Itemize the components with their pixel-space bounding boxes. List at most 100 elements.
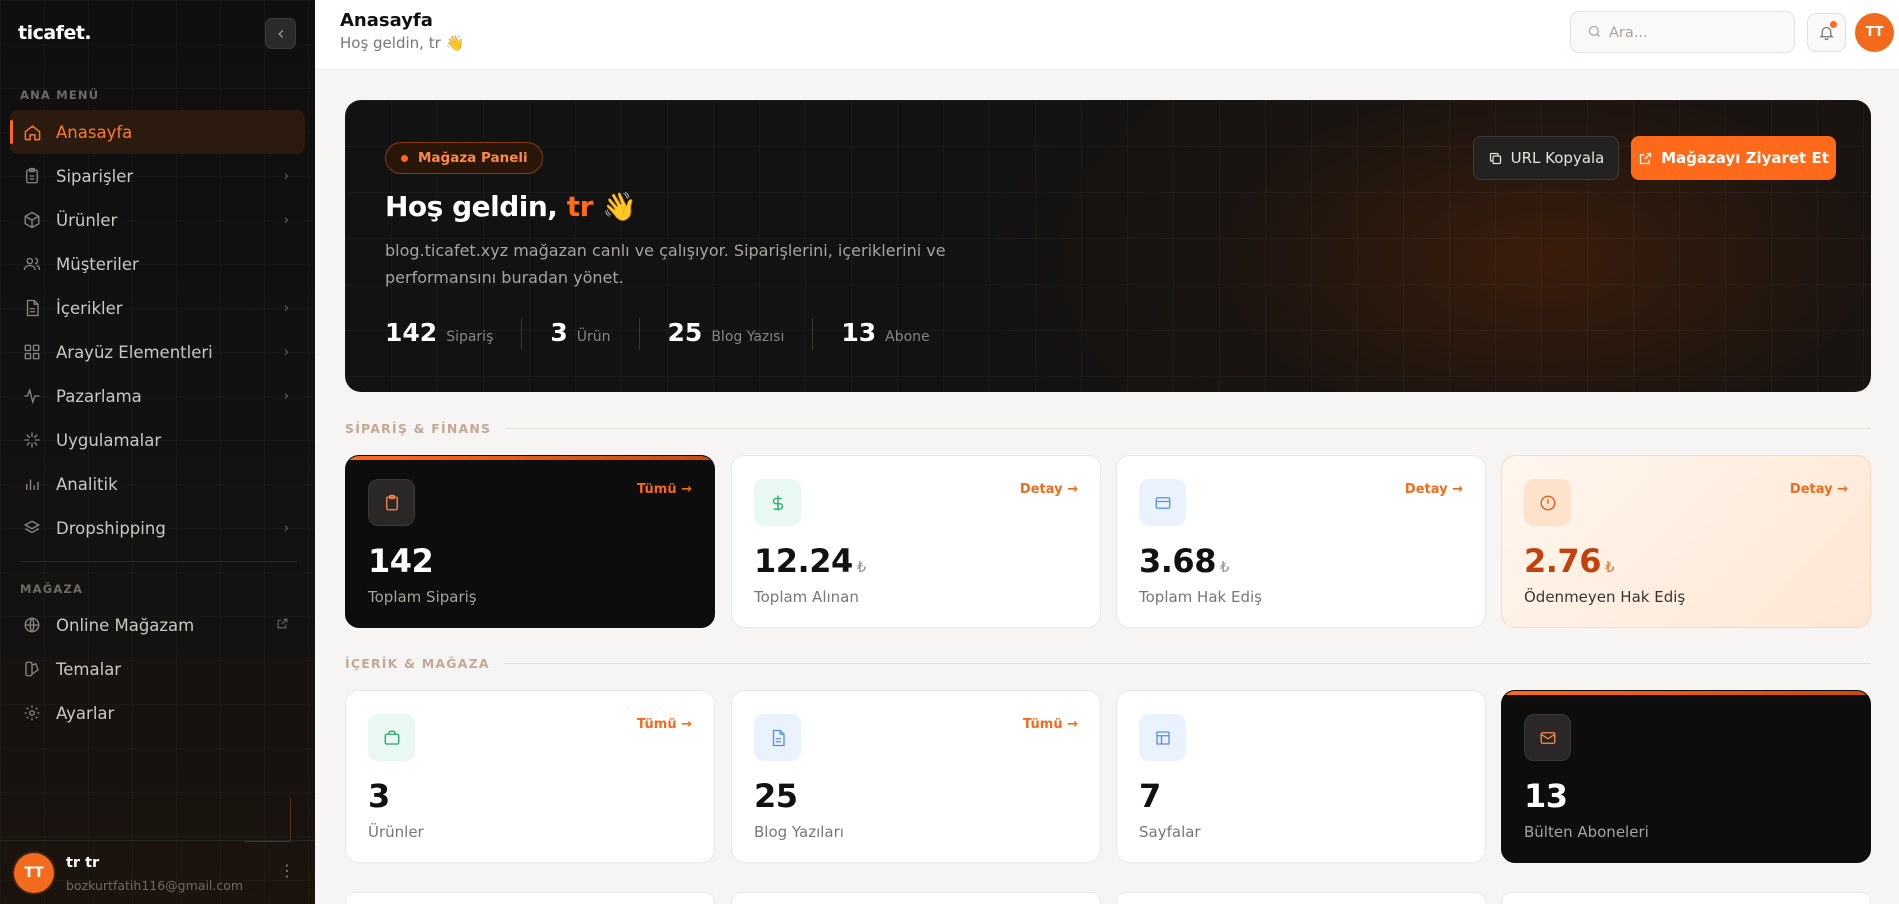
card-label: Ödenmeyen Hak Ediş bbox=[1524, 588, 1686, 606]
sidebar-item-icerikler[interactable]: İçerikler › bbox=[10, 286, 305, 330]
section-title: SİPARİŞ & FİNANS bbox=[345, 421, 492, 436]
card-next-row bbox=[731, 892, 1101, 904]
home-icon bbox=[22, 122, 42, 142]
sidebar-item-label: Ayarlar bbox=[56, 703, 115, 723]
chevron-right-icon: › bbox=[283, 300, 289, 316]
sidebar-item-dropshipping[interactable]: Dropshipping › bbox=[10, 506, 305, 550]
search-box[interactable] bbox=[1570, 11, 1795, 53]
card-label: Blog Yazıları bbox=[754, 823, 844, 841]
stat-subscribers: 13 Abone bbox=[841, 318, 957, 350]
all-orders-link[interactable]: Tümü → bbox=[637, 482, 692, 497]
card-total-orders[interactable]: Tümü → 142 Toplam Sipariş bbox=[345, 455, 715, 628]
more-vertical-icon[interactable]: ⋮ bbox=[279, 861, 295, 880]
hero-title-prefix: Hoş geldin, bbox=[385, 190, 567, 223]
section-label-store: MAĞAZA bbox=[20, 582, 84, 596]
sidebar-item-label: Müşteriler bbox=[56, 254, 139, 274]
card-value-number: 7 bbox=[1139, 777, 1161, 815]
sidebar-item-label: Anasayfa bbox=[56, 122, 133, 142]
chevron-right-icon: › bbox=[283, 344, 289, 360]
sidebar-item-siparisler[interactable]: Siparişler › bbox=[10, 154, 305, 198]
box-icon bbox=[22, 210, 42, 230]
currency-symbol: ₺ bbox=[1604, 558, 1615, 576]
bar-chart-icon bbox=[22, 474, 42, 494]
stat-label: Abone bbox=[885, 329, 930, 345]
briefcase-icon bbox=[368, 714, 415, 761]
sidebar-item-label: Uygulamalar bbox=[56, 430, 162, 450]
detail-link[interactable]: Detay → bbox=[1020, 482, 1078, 497]
sidebar-item-musteriler[interactable]: Müşteriler bbox=[10, 242, 305, 286]
activity-icon bbox=[22, 386, 42, 406]
sidebar-item-uygulamalar[interactable]: Uygulamalar bbox=[10, 418, 305, 462]
sidebar-item-label: Ürünler bbox=[56, 210, 118, 230]
notifications-button[interactable] bbox=[1807, 13, 1846, 52]
sidebar-item-ayarlar[interactable]: Ayarlar bbox=[10, 691, 305, 735]
card-value-number: 25 bbox=[754, 777, 798, 815]
card-label: Toplam Sipariş bbox=[368, 588, 477, 606]
card-total-received[interactable]: Detay → 12.24 ₺ Toplam Alınan bbox=[731, 455, 1101, 628]
sidebar-item-online-magazam[interactable]: Online Mağazam bbox=[10, 603, 305, 647]
chevron-right-icon: › bbox=[283, 388, 289, 404]
finance-section-heading: SİPARİŞ & FİNANS bbox=[345, 421, 1871, 436]
stat-label: Blog Yazısı bbox=[711, 329, 785, 345]
card-next-row bbox=[1501, 892, 1871, 904]
all-products-link[interactable]: Tümü → bbox=[637, 717, 692, 732]
user-profile[interactable]: TT tr tr bozkurtfatih116@gmail.com ⋮ bbox=[0, 840, 315, 904]
app-logo[interactable]: ticafet. bbox=[18, 22, 92, 44]
card-newsletter-subscribers[interactable]: 13 Bülten Aboneleri bbox=[1501, 690, 1871, 863]
layout-icon bbox=[1139, 714, 1186, 761]
card-label: Sayfalar bbox=[1139, 823, 1201, 841]
hero-stats: 142 Sipariş 3 Ürün 25 Blog Yazısı 13 Abone bbox=[385, 318, 986, 350]
card-total-earnings[interactable]: Detay → 3.68 ₺ Toplam Hak Ediş bbox=[1116, 455, 1486, 628]
stat-blog-posts: 25 Blog Yazısı bbox=[668, 318, 814, 350]
card-value-number: 12.24 bbox=[754, 542, 853, 580]
topbar: Anasayfa Hoş geldin, tr 👋 TT bbox=[315, 0, 1899, 70]
stat-label: Sipariş bbox=[446, 329, 494, 345]
store-panel-badge: Mağaza Paneli bbox=[385, 142, 543, 174]
dollar-icon bbox=[754, 479, 801, 526]
clipboard-icon bbox=[368, 479, 415, 526]
card-blog-posts[interactable]: Tümü → 25 Blog Yazıları bbox=[731, 690, 1101, 863]
stat-value: 13 bbox=[841, 318, 877, 347]
detail-link[interactable]: Detay → bbox=[1790, 482, 1848, 497]
hero-title-name: tr bbox=[566, 190, 594, 223]
card-pages[interactable]: 7 Sayfalar bbox=[1116, 690, 1486, 863]
sidebar-item-anasayfa[interactable]: Anasayfa bbox=[10, 110, 305, 154]
sidebar-item-label: İçerikler bbox=[56, 298, 123, 318]
sidebar-item-pazarlama[interactable]: Pazarlama › bbox=[10, 374, 305, 418]
detail-link[interactable]: Detay → bbox=[1405, 482, 1463, 497]
stat-value: 25 bbox=[667, 318, 703, 347]
top-avatar[interactable]: TT bbox=[1855, 13, 1894, 52]
card-value: 3 bbox=[368, 777, 390, 815]
avatar[interactable]: TT bbox=[14, 853, 54, 893]
sidebar-item-arayuz-elementleri[interactable]: Arayüz Elementleri › bbox=[10, 330, 305, 374]
card-value-number: 13 bbox=[1524, 777, 1568, 815]
page-title: Anasayfa bbox=[340, 10, 433, 31]
copy-url-button[interactable]: URL Kopyala bbox=[1473, 136, 1619, 180]
card-products[interactable]: Tümü → 3 Ürünler bbox=[345, 690, 715, 863]
all-blog-posts-link[interactable]: Tümü → bbox=[1023, 717, 1078, 732]
sidebar-item-analitik[interactable]: Analitik bbox=[10, 462, 305, 506]
collapse-sidebar-button[interactable] bbox=[265, 18, 296, 49]
copy-icon bbox=[1488, 151, 1503, 166]
card-value-number: 2.76 bbox=[1524, 542, 1601, 580]
card-value: 13 bbox=[1524, 777, 1568, 815]
main-nav: Anasayfa Siparişler › Ürünler › Müşteril… bbox=[10, 110, 305, 550]
sidebar: ticafet. ANA MENÜ Anasayfa Siparişler › … bbox=[0, 0, 315, 904]
sidebar-item-temalar[interactable]: Temalar bbox=[10, 647, 305, 691]
hero-panel: Mağaza Paneli Hoş geldin, tr 👋 blog.tica… bbox=[345, 100, 1871, 392]
chevron-right-icon: › bbox=[283, 212, 289, 228]
card-unpaid-earnings[interactable]: Detay → 2.76 ₺ Ödenmeyen Hak Ediş bbox=[1501, 455, 1871, 628]
document-icon bbox=[754, 714, 801, 761]
card-value: 25 bbox=[754, 777, 798, 815]
decorative-corner bbox=[245, 798, 291, 842]
card-label: Toplam Alınan bbox=[754, 588, 859, 606]
section-divider bbox=[505, 428, 1871, 429]
search-input[interactable] bbox=[1609, 22, 1779, 44]
credit-card-icon bbox=[1139, 479, 1186, 526]
section-divider bbox=[503, 663, 1871, 664]
sidebar-item-urunler[interactable]: Ürünler › bbox=[10, 198, 305, 242]
stat-label: Ürün bbox=[576, 329, 611, 345]
currency-symbol: ₺ bbox=[856, 558, 867, 576]
section-title: İÇERİK & MAĞAZA bbox=[345, 656, 490, 671]
visit-store-button[interactable]: Mağazayı Ziyaret Et bbox=[1631, 136, 1836, 180]
